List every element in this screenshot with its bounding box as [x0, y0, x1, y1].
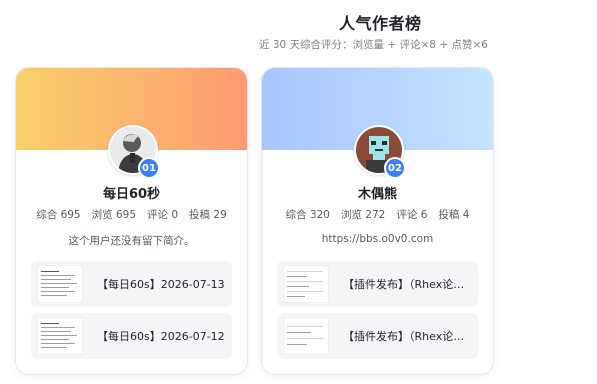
post-thumbnail: [283, 317, 329, 355]
post-title[interactable]: 【插件发布】（Rhex论坛插件）: [343, 276, 471, 292]
post-thumbnail: [37, 317, 83, 355]
post-item[interactable]: 【插件发布】（Rhex论坛插件）: [277, 261, 478, 307]
post-title[interactable]: 【每日60s】2026-07-13: [97, 276, 225, 292]
author-bio: https://bbs.o0v0.com: [321, 233, 434, 245]
author-bio: 这个用户还没有留下简介。: [68, 235, 195, 247]
post-title[interactable]: 【插件发布】（Rhex论坛插件）: [343, 328, 471, 344]
page-title: 人气作者榜: [339, 14, 422, 33]
post-thumbnail: [283, 265, 329, 303]
stat-views: 浏览 695: [91, 209, 137, 221]
stat-comments: 评论 6: [396, 209, 428, 221]
post-thumbnail: [37, 265, 83, 303]
post-title[interactable]: 【每日60s】2026-07-12: [97, 328, 225, 344]
post-item[interactable]: 【每日60s】2026-07-13: [31, 261, 232, 307]
author-name[interactable]: 每日60秒: [16, 183, 247, 202]
post-item[interactable]: 【插件发布】（Rhex论坛插件）: [277, 313, 478, 359]
post-item[interactable]: 【每日60s】2026-07-12: [31, 313, 232, 359]
stat-comments: 评论 0: [147, 209, 179, 221]
author-card-1[interactable]: 01 每日60秒 综合 695 浏览 695 评论 0 投稿 29 这个用户还没…: [15, 67, 248, 375]
author-name[interactable]: 木偶熊: [262, 183, 493, 202]
author-stats: 综合 320 浏览 272 评论 6 投稿 4: [262, 207, 493, 222]
rank-badge: 02: [384, 157, 406, 179]
stat-score: 综合 695: [36, 209, 81, 221]
stat-score: 综合 320: [285, 209, 330, 221]
page-subtitle: 近 30 天综合评分：浏览量 + 评论×8 + 点赞×6: [259, 39, 488, 51]
stat-views: 浏览 272: [340, 209, 386, 221]
stat-posts: 投稿 4: [438, 209, 470, 221]
rank-badge: 01: [138, 157, 160, 179]
author-stats: 综合 695 浏览 695 评论 0 投稿 29: [16, 207, 247, 222]
author-card-2[interactable]: 02 木偶熊 综合 320 浏览 272 评论 6 投稿 4 https://b…: [261, 67, 494, 375]
stat-posts: 投稿 29: [189, 209, 227, 221]
